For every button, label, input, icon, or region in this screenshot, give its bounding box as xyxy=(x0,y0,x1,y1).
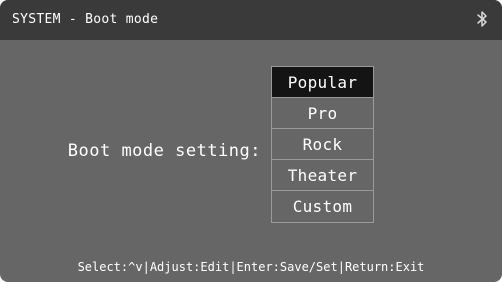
key-hints-footer: Select:^v|Adjust:Edit|Enter:Save/Set|Ret… xyxy=(0,259,502,275)
hint-enter: Enter:Save/Set xyxy=(236,260,338,274)
boot-mode-menu: Popular Pro Rock Theater Custom xyxy=(271,66,374,223)
hint-return: Return:Exit xyxy=(344,260,425,274)
hint-adjust: Adjust:Edit xyxy=(149,260,230,274)
hint-separator: | xyxy=(142,260,150,274)
page-title: SYSTEM - Boot mode xyxy=(12,12,159,27)
option-rock[interactable]: Rock xyxy=(272,129,373,160)
header-bar: SYSTEM - Boot mode xyxy=(0,0,502,40)
option-popular[interactable]: Popular xyxy=(272,67,373,98)
bluetooth-icon xyxy=(476,10,488,28)
option-custom[interactable]: Custom xyxy=(272,191,373,222)
hint-separator: | xyxy=(337,260,345,274)
hint-separator: | xyxy=(229,260,237,274)
hint-select: Select:^v xyxy=(77,260,143,274)
option-pro[interactable]: Pro xyxy=(272,98,373,129)
option-theater[interactable]: Theater xyxy=(272,160,373,191)
screen: SYSTEM - Boot mode Boot mode setting: Po… xyxy=(0,0,502,282)
boot-mode-label: Boot mode setting: xyxy=(67,141,261,161)
